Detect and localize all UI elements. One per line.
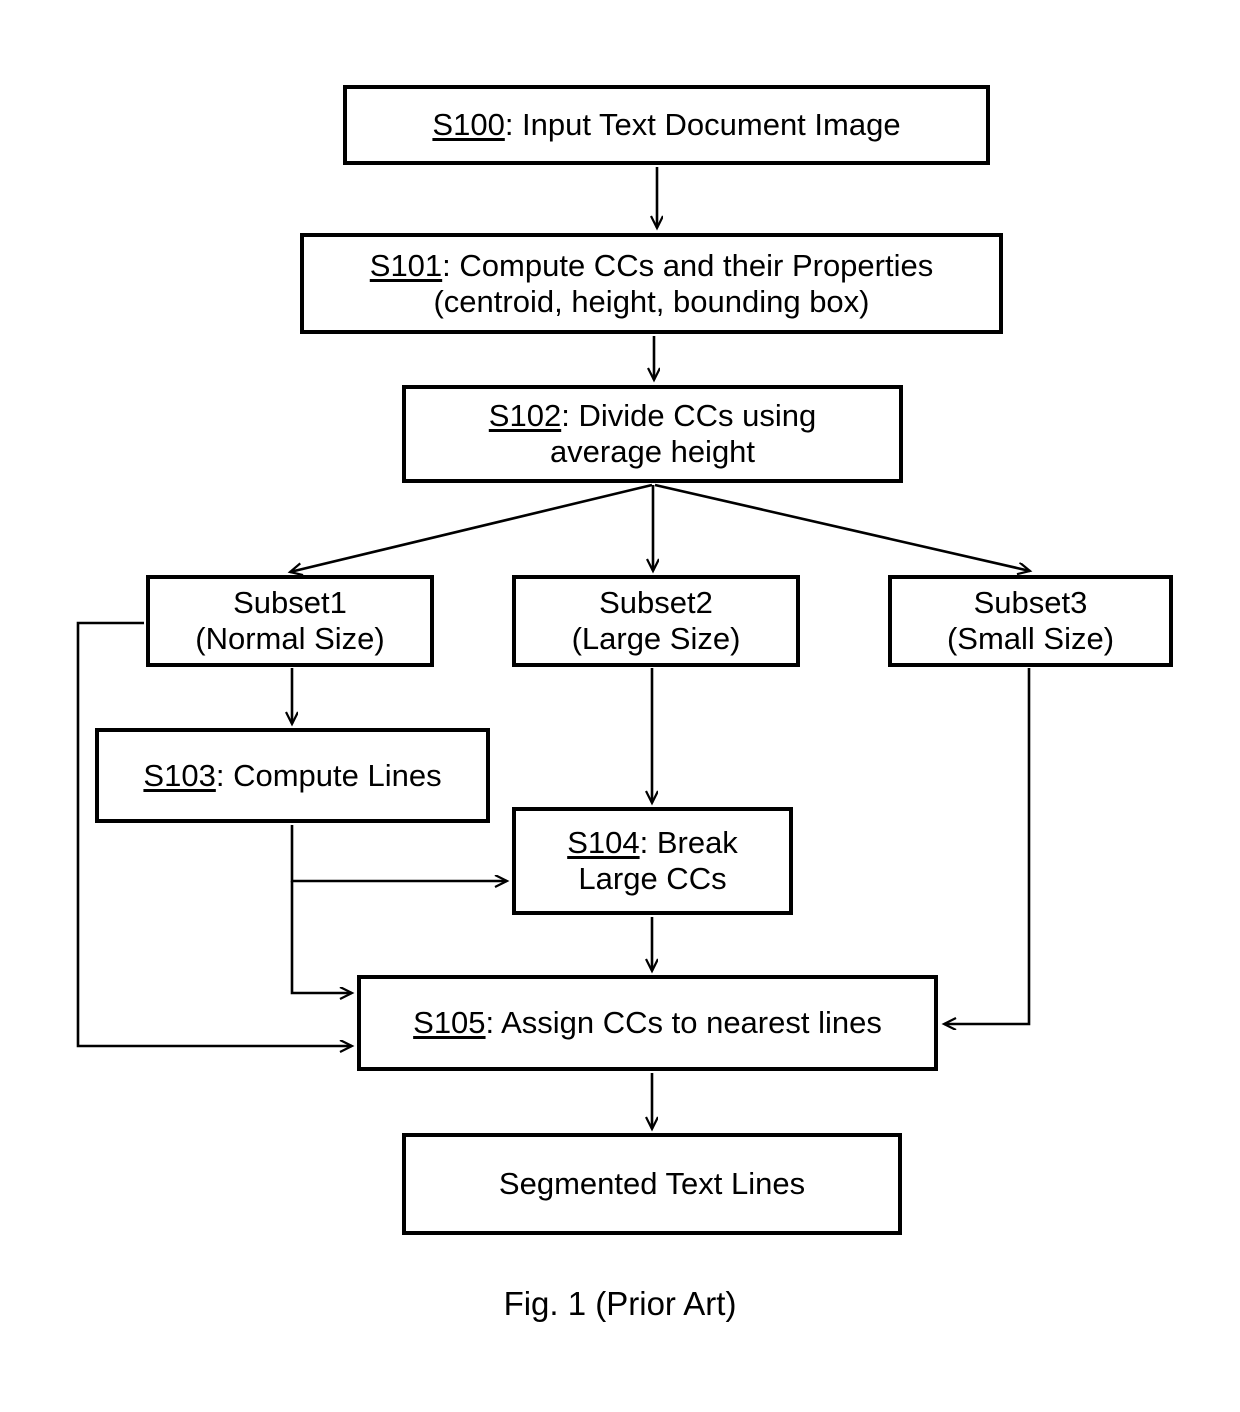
node-s104-line1: S104: Break (567, 825, 738, 861)
node-s100-text: Input Text Document Image (522, 107, 901, 143)
edge-s103-s104 (290, 825, 507, 881)
node-s100-line1: S100: Input Text Document Image (432, 107, 900, 143)
node-s104-text: Break (656, 825, 738, 861)
node-s104-line2: Large CCs (578, 861, 727, 896)
node-s102-line2: average height (549, 434, 756, 469)
node-s102[interactable]: S102: Divide CCs using average height (402, 385, 903, 483)
node-subset1[interactable]: Subset1 (Normal Size) (146, 575, 434, 667)
edge-subset3-s105 (944, 668, 1031, 1024)
node-output-line1: Segmented Text Lines (498, 1166, 806, 1202)
step-label-s100: S100 (432, 107, 505, 143)
node-s103-sep: : (215, 757, 234, 793)
node-subset3[interactable]: Subset3 (Small Size) (888, 575, 1173, 667)
node-s104[interactable]: S104: Break Large CCs (512, 807, 793, 915)
edge-s102-subset1 (290, 483, 653, 572)
node-s101[interactable]: S101: Compute CCs and their Properties (… (300, 233, 1003, 334)
edge-subset1-s105 (76, 621, 352, 1046)
edge-s102-subset3 (654, 483, 1030, 571)
node-subset3-line2: (Small Size) (946, 621, 1115, 656)
node-s101-line1: S101: Compute CCs and their Properties (370, 248, 933, 284)
node-subset2-line1: Subset2 (599, 585, 713, 621)
node-s101-sep: : (442, 247, 460, 283)
node-s104-sep: : (639, 825, 657, 861)
node-subset1-line1: Subset1 (233, 585, 347, 621)
node-s103-line1: S103: Compute Lines (143, 758, 441, 794)
node-subset2-line2: (Large Size) (571, 621, 741, 656)
node-s105-sep: : (485, 1005, 502, 1041)
node-subset1-line2: (Normal Size) (195, 621, 385, 656)
node-s100[interactable]: S100: Input Text Document Image (343, 85, 990, 165)
node-s100-sep: : (504, 107, 523, 143)
node-s102-text: Divide CCs using (578, 398, 817, 434)
node-s101-text: Compute CCs and their Properties (459, 247, 934, 283)
step-label-s105: S105 (413, 1005, 486, 1041)
node-s105-text: Assign CCs to nearest lines (501, 1005, 882, 1041)
node-s102-sep: : (561, 398, 579, 434)
step-label-s104: S104 (567, 825, 640, 861)
node-s103[interactable]: S103: Compute Lines (95, 728, 490, 823)
step-label-s102: S102 (488, 398, 562, 434)
node-s102-line1: S102: Divide CCs using (489, 398, 816, 434)
flowchart-figure: S100: Input Text Document Image S101: Co… (0, 0, 1240, 1412)
edge-s103-s105 (290, 881, 352, 993)
figure-caption: Fig. 1 (Prior Art) (503, 1285, 737, 1322)
node-s105-line1: S105: Assign CCs to nearest lines (413, 1005, 882, 1041)
node-subset2[interactable]: Subset2 (Large Size) (512, 575, 800, 667)
step-label-s101: S101 (369, 247, 443, 283)
node-s103-text: Compute Lines (233, 757, 442, 793)
node-s105[interactable]: S105: Assign CCs to nearest lines (357, 975, 938, 1071)
node-s101-line2: (centroid, height, bounding box) (433, 283, 870, 319)
node-subset3-line1: Subset3 (973, 585, 1088, 621)
node-output-segmented-text-lines[interactable]: Segmented Text Lines (402, 1133, 902, 1235)
step-label-s103: S103 (143, 757, 216, 793)
